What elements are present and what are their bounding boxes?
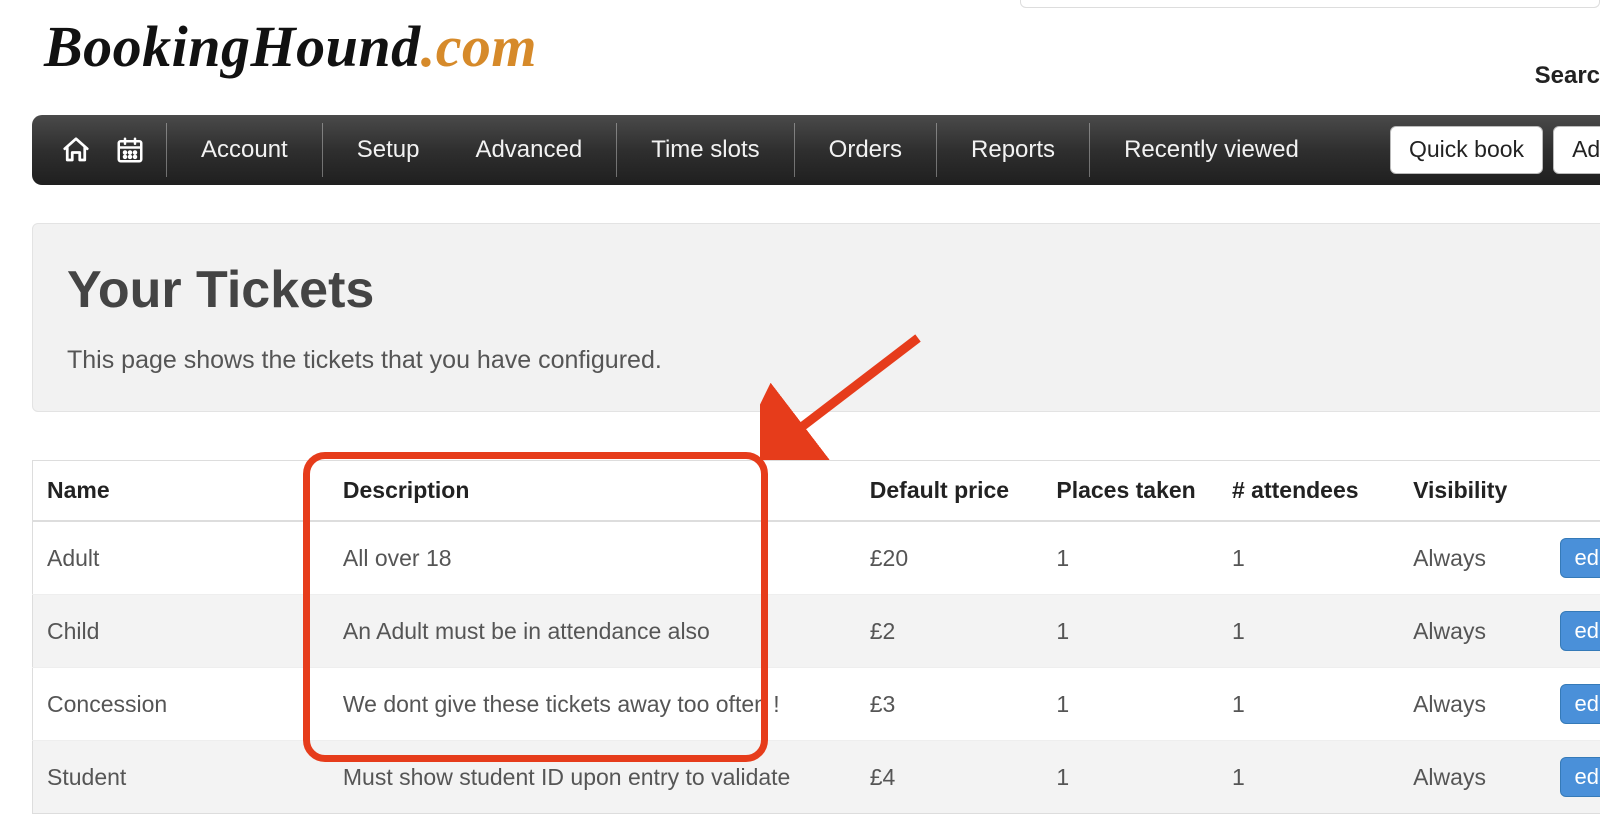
cell-description: Must show student ID upon entry to valid… — [329, 741, 856, 814]
cell-name: Adult — [33, 521, 329, 595]
cell-places: 1 — [1042, 668, 1218, 741]
logo-brand-text: BookingHound — [44, 14, 421, 79]
table-row: ConcessionWe dont give these tickets awa… — [33, 668, 1600, 741]
nav-divider — [322, 123, 323, 177]
col-edit — [1536, 461, 1600, 522]
calendar-icon[interactable] — [106, 130, 154, 170]
cell-attendees: 1 — [1218, 595, 1399, 668]
table-header-row: Name Description Default price Places ta… — [33, 461, 1600, 522]
edit-button[interactable]: edit — [1560, 684, 1600, 724]
table-row: ChildAn Adult must be in attendance also… — [33, 595, 1600, 668]
cell-visibility: Always — [1399, 741, 1536, 814]
nav-orders[interactable]: Orders — [801, 115, 930, 185]
nav-setup[interactable]: Setup — [329, 115, 448, 185]
page-subtitle: This page shows the tickets that you hav… — [67, 346, 1600, 375]
cell-edit: edit — [1536, 595, 1600, 668]
nav-reports[interactable]: Reports — [943, 115, 1083, 185]
nav-divider — [1089, 123, 1090, 177]
cell-edit: edit — [1536, 741, 1600, 814]
nav-divider — [794, 123, 795, 177]
col-description: Description — [329, 461, 856, 522]
nav-account[interactable]: Account — [173, 115, 316, 185]
cell-places: 1 — [1042, 521, 1218, 595]
cell-description: We dont give these tickets away too ofte… — [329, 668, 856, 741]
edit-button[interactable]: edit — [1560, 611, 1600, 651]
nav-advanced[interactable]: Advanced — [447, 115, 610, 185]
page-header-panel: Your Tickets This page shows the tickets… — [32, 223, 1600, 412]
cell-description: An Adult must be in attendance also — [329, 595, 856, 668]
cell-attendees: 1 — [1218, 741, 1399, 814]
cell-description: All over 18 — [329, 521, 856, 595]
cell-places: 1 — [1042, 741, 1218, 814]
tickets-table-wrap: Name Description Default price Places ta… — [32, 460, 1600, 814]
cell-name: Concession — [33, 668, 329, 741]
tickets-table: Name Description Default price Places ta… — [32, 460, 1600, 814]
col-places-taken: Places taken — [1042, 461, 1218, 522]
edit-button[interactable]: edit — [1560, 538, 1600, 578]
cell-places: 1 — [1042, 595, 1218, 668]
quick-book-button[interactable]: Quick book — [1390, 126, 1543, 173]
col-visibility: Visibility — [1399, 461, 1536, 522]
cell-edit: edit — [1536, 668, 1600, 741]
cell-name: Student — [33, 741, 329, 814]
cell-visibility: Always — [1399, 595, 1536, 668]
cell-price: £2 — [856, 595, 1043, 668]
logo-area: BookingHound.com Searc — [32, 0, 1600, 105]
cell-price: £20 — [856, 521, 1043, 595]
edit-button[interactable]: edit — [1560, 757, 1600, 797]
cell-attendees: 1 — [1218, 668, 1399, 741]
cell-visibility: Always — [1399, 668, 1536, 741]
cell-name: Child — [33, 595, 329, 668]
cell-price: £4 — [856, 741, 1043, 814]
nav-time-slots[interactable]: Time slots — [623, 115, 787, 185]
cell-attendees: 1 — [1218, 521, 1399, 595]
cell-visibility: Always — [1399, 521, 1536, 595]
cell-price: £3 — [856, 668, 1043, 741]
cell-edit: edit — [1536, 521, 1600, 595]
add-button[interactable]: Add — [1553, 126, 1600, 173]
logo-suffix-text: .com — [421, 14, 537, 79]
col-default-price: Default price — [856, 461, 1043, 522]
nav-divider — [936, 123, 937, 177]
home-icon[interactable] — [52, 130, 100, 170]
main-navbar: Account Setup Advanced Time slots Orders… — [32, 115, 1600, 185]
search-label: Searc — [1535, 62, 1600, 90]
table-row: StudentMust show student ID upon entry t… — [33, 741, 1600, 814]
page-title: Your Tickets — [67, 260, 1600, 320]
col-attendees: # attendees — [1218, 461, 1399, 522]
brand-logo: BookingHound.com — [44, 18, 537, 76]
nav-divider — [166, 123, 167, 177]
table-row: AdultAll over 18£2011Alwaysedit — [33, 521, 1600, 595]
nav-recently-viewed[interactable]: Recently viewed — [1096, 115, 1327, 185]
nav-divider — [616, 123, 617, 177]
col-name: Name — [33, 461, 329, 522]
